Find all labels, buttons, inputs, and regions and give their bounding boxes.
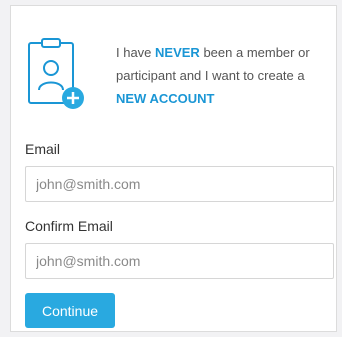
new-account-card: I have NEVER been a member or participan… bbox=[10, 5, 337, 332]
continue-button[interactable]: Continue bbox=[25, 293, 115, 328]
confirm-email-field[interactable] bbox=[25, 243, 334, 279]
intro-text: I have NEVER been a member or participan… bbox=[116, 41, 336, 110]
intro-line1-suffix: been a member or bbox=[199, 45, 310, 60]
email-field[interactable] bbox=[25, 166, 334, 202]
clipboard-user-plus-icon bbox=[28, 38, 84, 109]
email-label: Email bbox=[25, 141, 61, 157]
never-highlight: NEVER bbox=[155, 45, 200, 60]
new-account-highlight: NEW ACCOUNT bbox=[116, 91, 215, 106]
intro-line2: participant and I want to create a bbox=[116, 68, 305, 83]
new-account-intro: I have NEVER been a member or participan… bbox=[27, 38, 327, 118]
confirm-email-label: Confirm Email bbox=[25, 218, 113, 234]
intro-line1-prefix: I have bbox=[116, 45, 156, 60]
